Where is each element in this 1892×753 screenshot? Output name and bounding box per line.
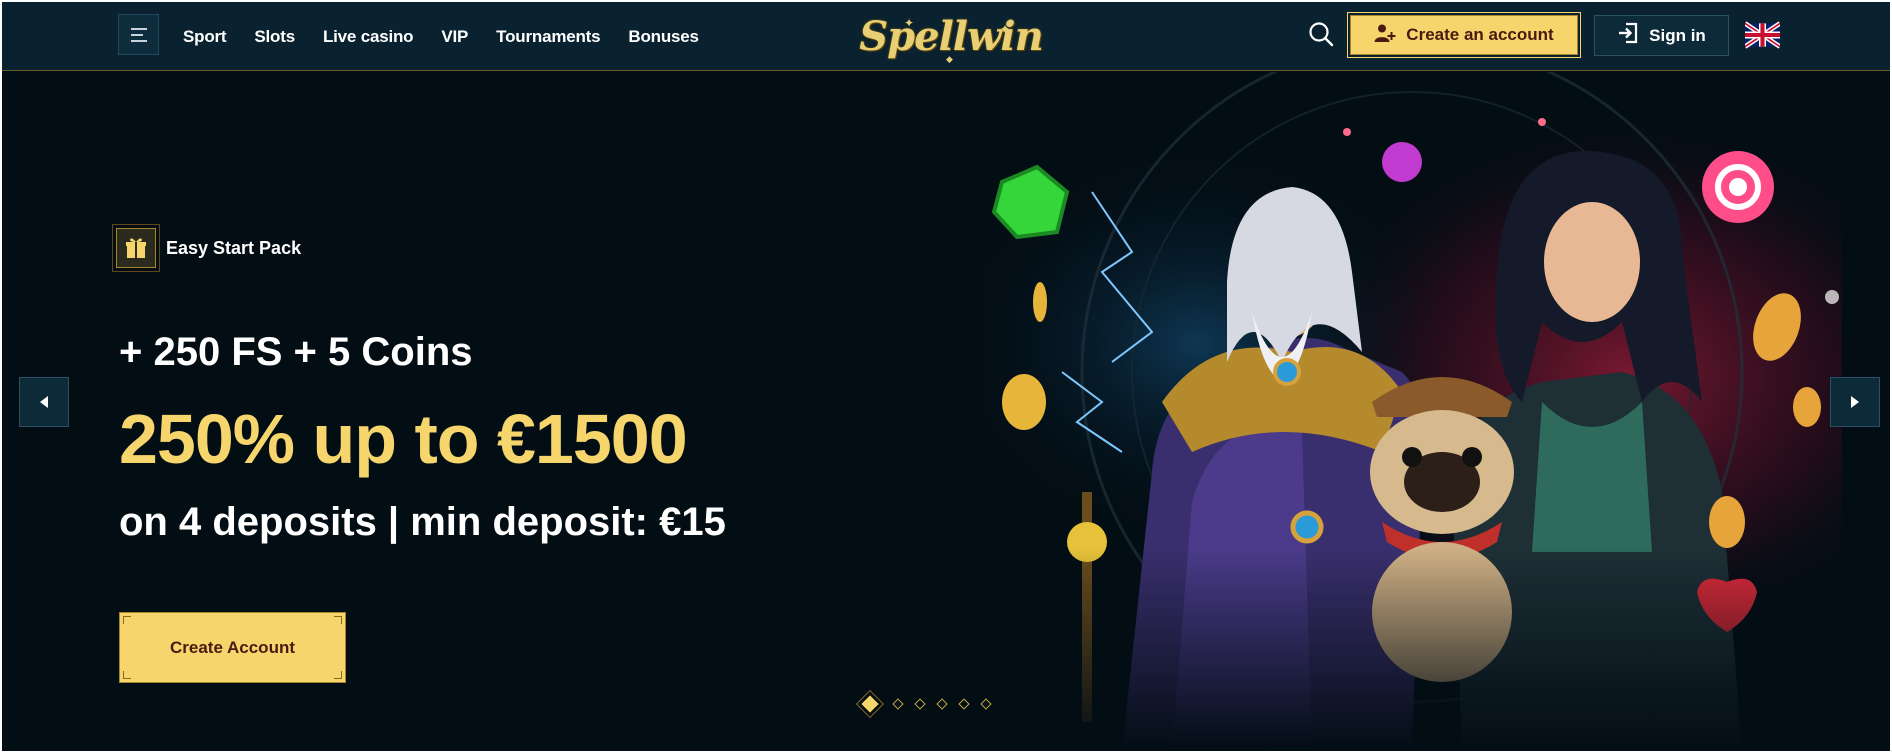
arrow-right-icon[interactable] [1830, 377, 1880, 427]
hero-banner: Easy Start Pack + 250 FS + 5 Coins 250% … [2, 72, 1890, 751]
nav-slots[interactable]: Slots [254, 27, 295, 47]
sign-in-label: Sign in [1649, 25, 1706, 45]
nav-tournaments[interactable]: Tournaments [496, 27, 600, 47]
slider-dot[interactable] [861, 695, 879, 713]
logo-sparkle-icon: ✦ [999, 22, 1010, 36]
slider-dot[interactable] [892, 698, 904, 710]
nav-sport[interactable]: Sport [183, 27, 227, 47]
sign-in-icon [1617, 22, 1639, 49]
main-nav: Sport Slots Live casino VIP Tournaments … [183, 2, 727, 71]
user-plus-icon [1374, 23, 1396, 48]
slider-dot[interactable] [980, 698, 992, 710]
nav-live-casino[interactable]: Live casino [323, 27, 414, 47]
search-icon[interactable] [1307, 20, 1335, 48]
slider-dot[interactable] [914, 698, 926, 710]
cta-label: Create Account [169, 637, 295, 657]
logo-sparkle-icon: ◆ [946, 54, 953, 64]
create-account-cta-button[interactable]: Create Account [119, 612, 346, 683]
hero-illustration [982, 72, 1842, 751]
offer-terms: on 4 deposits | min deposit: €15 [119, 500, 726, 544]
offer-headline: 250% up to €1500 [119, 400, 688, 478]
logo[interactable]: Spellwin ✦ ✦ ◆ [859, 4, 1043, 68]
offer-free-spins: + 250 FS + 5 Coins [119, 330, 473, 374]
create-account-button[interactable]: Create an account [1347, 12, 1581, 58]
create-account-label: Create an account [1406, 25, 1554, 44]
gift-icon [116, 228, 156, 268]
uk-flag-icon[interactable] [1743, 18, 1782, 52]
nav-bonuses[interactable]: Bonuses [628, 27, 699, 47]
arrow-left-icon[interactable] [19, 377, 69, 427]
badge-label: Easy Start Pack [166, 237, 302, 258]
slider-pagination [861, 694, 992, 714]
hamburger-icon[interactable] [118, 14, 159, 55]
top-header: Sport Slots Live casino VIP Tournaments … [2, 2, 1890, 71]
logo-sparkle-icon: ✦ [904, 16, 915, 30]
logo-text: Spellwin [859, 12, 1043, 60]
nav-vip[interactable]: VIP [441, 27, 468, 47]
page-frame: Sport Slots Live casino VIP Tournaments … [2, 2, 1890, 751]
slider-dot[interactable] [958, 698, 970, 710]
sign-in-button[interactable]: Sign in [1594, 15, 1729, 56]
easy-start-badge: Easy Start Pack [116, 228, 301, 268]
slider-dot[interactable] [936, 698, 948, 710]
